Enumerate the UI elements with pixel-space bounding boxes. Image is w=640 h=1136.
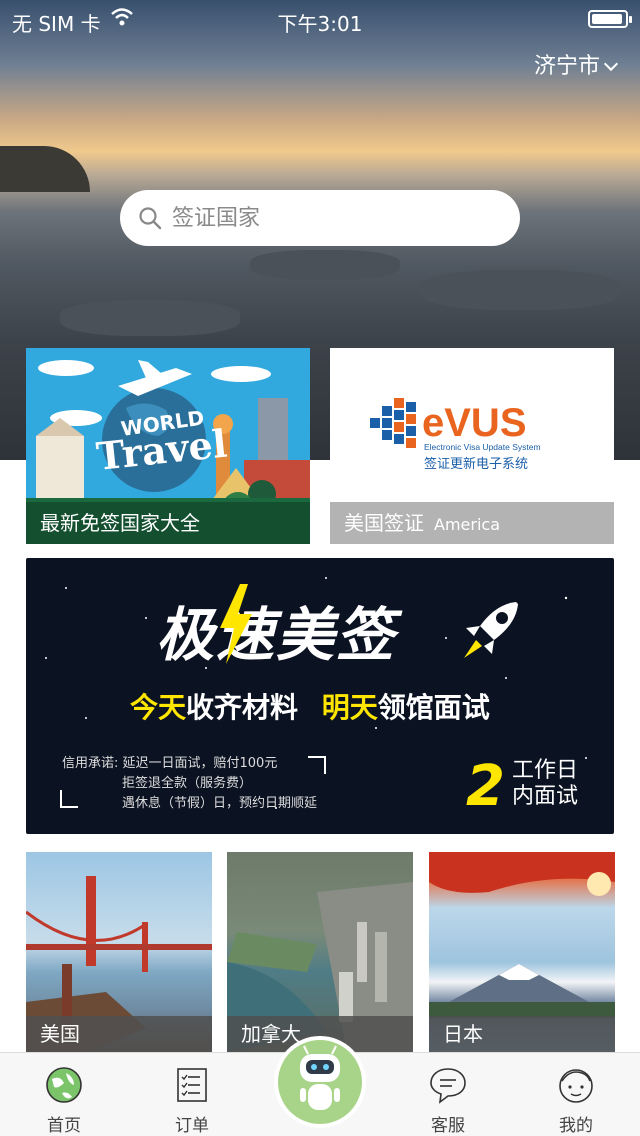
user-face-icon	[559, 1069, 593, 1103]
chat-bubble-icon	[430, 1068, 466, 1104]
robot-assistant-button[interactable]	[274, 1036, 366, 1128]
tab-home[interactable]: 首页	[14, 1053, 114, 1136]
card-title: 美国签证 America	[330, 502, 614, 544]
promise-line: 遇休息（节假）日，预约日期顺延	[122, 796, 318, 811]
tab-profile[interactable]: 我的	[526, 1053, 626, 1136]
us-visa-card[interactable]: eVUS Electronic Visa Update System 签证更新电…	[330, 348, 614, 544]
evus-subtitle: Electronic Visa Update System	[424, 442, 541, 452]
lightning-bolt-icon	[220, 584, 252, 664]
slogan-tomorrow: 明天	[321, 691, 378, 724]
order-list-icon	[177, 1068, 207, 1102]
tab-label: 我的	[559, 1116, 593, 1136]
banner-title: 极速美签	[156, 601, 397, 669]
search-input[interactable]	[172, 200, 502, 236]
card-title-cn: 美国签证	[344, 511, 424, 535]
globe-grid-icon	[370, 398, 416, 448]
destination-tile-canada[interactable]: 加拿大	[227, 852, 413, 1052]
rock-shape	[420, 270, 620, 310]
status-bar: 无 SIM 卡 下午3:01	[0, 0, 640, 40]
globe-icon	[46, 1067, 82, 1103]
rock-shape	[250, 250, 400, 280]
destination-label: 美国	[26, 1016, 212, 1052]
search-icon	[139, 207, 162, 230]
cliff-shape	[0, 146, 90, 192]
destination-tile-japan[interactable]: 日本	[429, 852, 615, 1052]
promise-line: 信用承诺: 延迟一日面试，赔付100元	[62, 756, 278, 771]
card-title: 最新免签国家大全	[26, 502, 310, 544]
rocket-icon	[464, 602, 518, 658]
tab-label: 首页	[47, 1116, 81, 1136]
banner-slogan: 今天收齐材料 明天领馆面试	[130, 686, 490, 726]
evus-wordmark: eVUS	[422, 401, 527, 445]
promise-line: 拒签退全款（服务费）	[122, 776, 253, 791]
slogan-collect: 收齐材料	[186, 691, 299, 724]
evus-chinese-subtitle: 签证更新电子系统	[424, 456, 528, 472]
days-number: 2	[466, 754, 505, 819]
days-line: 内面试	[512, 784, 579, 809]
chevron-down-icon	[603, 56, 619, 72]
evus-logo: eVUS Electronic Visa Update System 签证更新电…	[370, 398, 541, 472]
home-screen: 无 SIM 卡 下午3:01 济宁市 签证国家 WORLD Travel 最新免…	[0, 0, 640, 1136]
destination-tile-usa[interactable]: 美国	[26, 852, 212, 1052]
slogan-interview: 领馆面试	[377, 691, 490, 724]
tab-orders[interactable]: 订单	[142, 1053, 242, 1136]
battery-icon	[588, 10, 632, 28]
tab-label: 客服	[431, 1116, 465, 1136]
days-text: 工作日 内面试	[512, 758, 578, 810]
days-line: 工作日	[512, 758, 579, 783]
card-title-en: America	[434, 515, 500, 534]
search-bar[interactable]	[120, 190, 520, 246]
tab-label: 订单	[175, 1116, 209, 1136]
slogan-today: 今天	[130, 691, 187, 724]
visa-free-countries-card[interactable]: WORLD Travel 最新免签国家大全	[26, 348, 310, 544]
clock-text: 下午3:01	[277, 12, 363, 36]
robot-icon	[300, 1045, 340, 1110]
destination-label: 日本	[429, 1016, 615, 1052]
city-label: 济宁市	[533, 54, 600, 79]
city-selector[interactable]: 济宁市	[533, 48, 619, 80]
tab-customer-service[interactable]: 客服	[398, 1053, 498, 1136]
express-us-visa-banner[interactable]: 极速美签 今天收齐材料 明天领馆面试 信用承诺: 延迟一日面试，赔付100元 拒…	[26, 558, 614, 834]
rock-shape	[60, 300, 240, 336]
service-promise: 信用承诺: 延迟一日面试，赔付100元 拒签退全款（服务费） 遇休息（节假）日，…	[62, 754, 317, 814]
